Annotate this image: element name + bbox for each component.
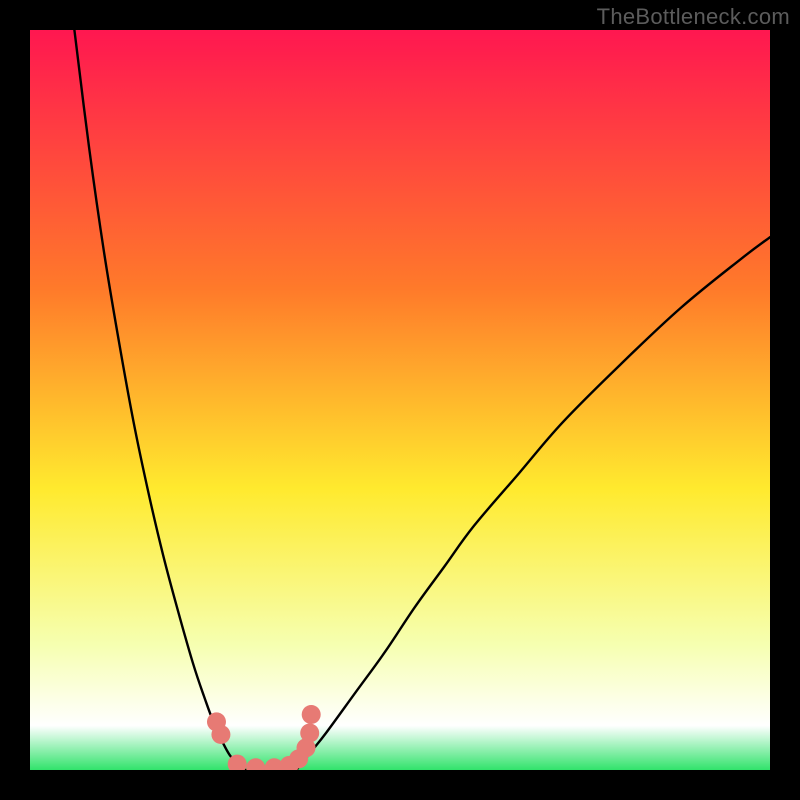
gradient-background bbox=[30, 30, 770, 770]
plot-area bbox=[30, 30, 770, 770]
chart-frame: TheBottleneck.com bbox=[0, 0, 800, 800]
attribution-text: TheBottleneck.com bbox=[597, 4, 790, 30]
data-marker bbox=[302, 705, 321, 724]
data-marker bbox=[211, 725, 230, 744]
bottleneck-chart bbox=[30, 30, 770, 770]
data-marker bbox=[300, 724, 319, 743]
